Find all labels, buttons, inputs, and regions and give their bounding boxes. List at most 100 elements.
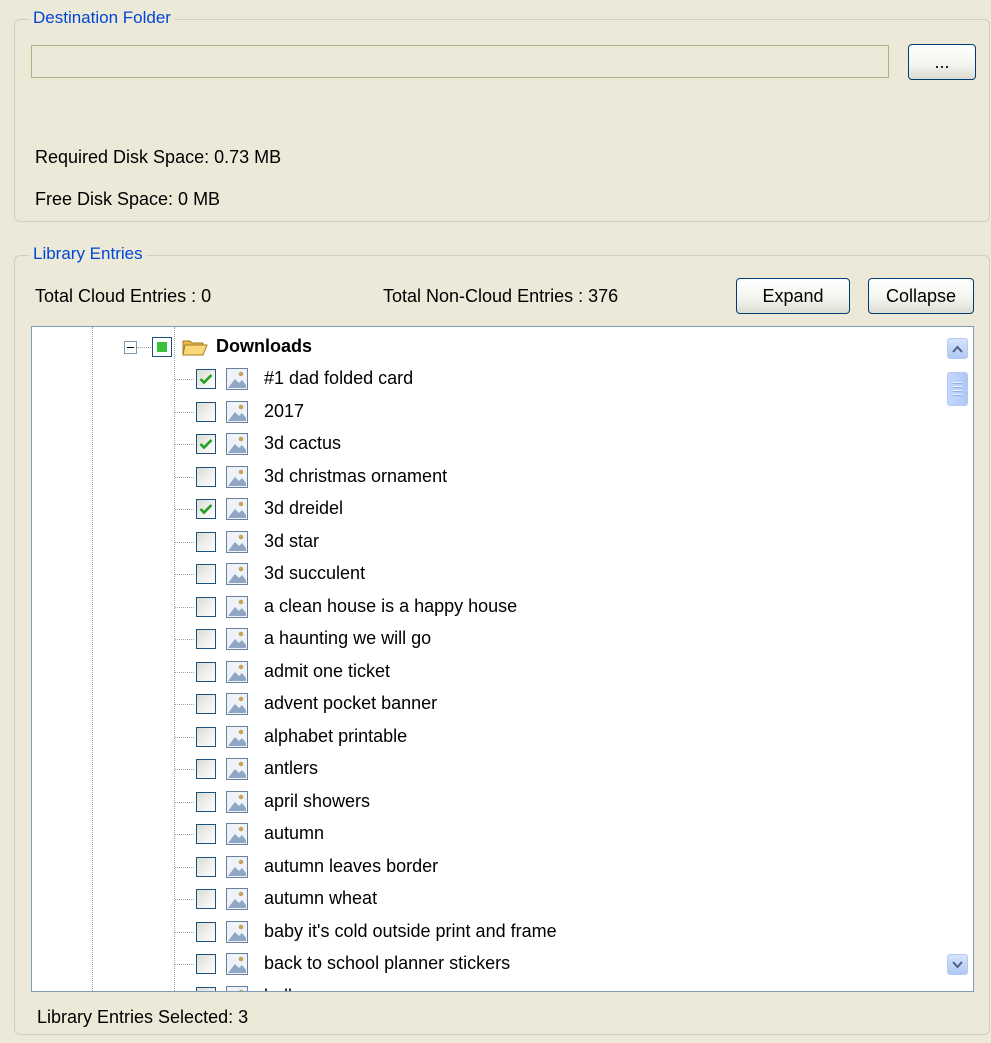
- item-checkbox[interactable]: [196, 954, 216, 974]
- tree-item[interactable]: balloons: [32, 981, 932, 992]
- item-checkbox[interactable]: [196, 726, 216, 747]
- tree-item[interactable]: alphabet printable: [32, 721, 932, 753]
- item-label: baby it's cold outside print and frame: [264, 920, 557, 941]
- image-file-icon: [226, 660, 248, 683]
- item-checkbox[interactable]: [196, 856, 216, 877]
- image-file-icon: [226, 888, 248, 910]
- tree-item[interactable]: advent pocket banner: [32, 688, 932, 720]
- tree-connector: [137, 347, 151, 348]
- tree-connector: [175, 509, 194, 510]
- tree-item[interactable]: 2017: [32, 396, 932, 428]
- item-label: 3d dreidel: [264, 498, 344, 518]
- total-non-cloud-entries-label: Total Non-Cloud Entries : 376: [383, 286, 619, 306]
- tree-connector: [175, 606, 194, 608]
- tree-item[interactable]: april showers: [32, 786, 932, 818]
- item-label: #1 dad folded card: [264, 368, 414, 388]
- tree-item[interactable]: a haunting we will go: [32, 623, 932, 655]
- tree-connector: [175, 476, 194, 478]
- image-file-icon: [226, 823, 248, 845]
- tree-item[interactable]: 3d succulent: [32, 558, 932, 590]
- item-checkbox[interactable]: [196, 499, 216, 519]
- item-checkbox[interactable]: [196, 921, 216, 942]
- tree-item[interactable]: 3d dreidel: [32, 493, 932, 525]
- destination-folder-title: Destination Folder: [29, 8, 175, 28]
- item-checkbox[interactable]: [196, 759, 216, 779]
- item-checkbox[interactable]: [196, 596, 216, 617]
- checkmark-icon: [199, 504, 213, 515]
- tree-item[interactable]: a clean house is a happy house: [32, 591, 932, 623]
- checkmark-icon: [199, 374, 213, 385]
- item-checkbox[interactable]: [196, 369, 216, 389]
- tree-item[interactable]: admit one ticket: [32, 656, 932, 688]
- collapse-button[interactable]: Collapse: [868, 278, 974, 314]
- image-file-icon: [226, 725, 248, 748]
- tree-item[interactable]: baby it's cold outside print and frame: [32, 916, 932, 948]
- item-checkbox[interactable]: [196, 434, 216, 454]
- scroll-up-button[interactable]: [947, 338, 968, 359]
- tree-connector: [175, 834, 194, 835]
- item-checkbox[interactable]: [196, 986, 216, 991]
- item-label: balloons: [264, 986, 331, 992]
- image-file-icon: [226, 433, 248, 455]
- image-file-icon: [226, 985, 248, 991]
- tree-connector: [175, 379, 194, 380]
- image-file-icon: [226, 953, 248, 975]
- item-checkbox[interactable]: [196, 531, 216, 552]
- item-checkbox[interactable]: [196, 889, 216, 909]
- item-checkbox[interactable]: [196, 694, 216, 714]
- item-checkbox[interactable]: [196, 661, 216, 682]
- image-file-icon: [226, 368, 248, 390]
- item-checkbox[interactable]: [196, 824, 216, 844]
- expand-button[interactable]: Expand: [736, 278, 850, 314]
- item-checkbox[interactable]: [196, 564, 216, 584]
- collapse-toggle-icon[interactable]: [124, 341, 137, 354]
- destination-path-input[interactable]: [31, 45, 889, 78]
- tree-item[interactable]: autumn: [32, 818, 932, 850]
- item-label: 2017: [264, 400, 305, 421]
- scroll-down-button[interactable]: [947, 954, 968, 975]
- item-checkbox[interactable]: [196, 466, 216, 487]
- item-label: a haunting we will go: [264, 628, 432, 648]
- root-label: Downloads: [216, 336, 313, 356]
- tree-connector: [175, 801, 194, 803]
- image-file-icon: [226, 920, 248, 943]
- root-checkbox[interactable]: [152, 337, 172, 357]
- browse-button[interactable]: ...: [908, 44, 976, 80]
- tree-connector: [175, 899, 194, 900]
- tree-item[interactable]: autumn wheat: [32, 883, 932, 915]
- item-label: autumn: [264, 823, 325, 843]
- image-file-icon: [226, 563, 248, 585]
- free-disk-space-label: Free Disk Space: 0 MB: [35, 189, 221, 209]
- item-label: 3d star: [264, 530, 320, 551]
- tree-item[interactable]: #1 dad folded card: [32, 363, 932, 395]
- tree-item[interactable]: 3d christmas ornament: [32, 461, 932, 493]
- item-checkbox[interactable]: [196, 401, 216, 422]
- tree-item[interactable]: 3d cactus: [32, 428, 932, 460]
- tree-connector: [175, 704, 194, 705]
- library-entries-group: Library Entries Total Cloud Entries : 0 …: [14, 244, 990, 1035]
- item-label: alphabet printable: [264, 725, 408, 746]
- item-label: advent pocket banner: [264, 693, 438, 713]
- image-file-icon: [226, 530, 248, 553]
- tree-connector: [175, 931, 194, 933]
- image-file-icon: [226, 693, 248, 715]
- tree-item[interactable]: antlers: [32, 753, 932, 785]
- item-checkbox[interactable]: [196, 629, 216, 649]
- item-checkbox[interactable]: [196, 791, 216, 812]
- tree-item[interactable]: back to school planner stickers: [32, 948, 932, 980]
- tree-connector: [175, 736, 194, 738]
- scrollbar-thumb[interactable]: [947, 372, 968, 406]
- library-tree-view[interactable]: Downloads #1 dad folded card 2017 3d cactu…: [31, 326, 974, 992]
- total-cloud-entries-label: Total Cloud Entries : 0: [35, 286, 212, 306]
- tree-connector: [175, 671, 194, 673]
- checkmark-icon: [199, 439, 213, 450]
- tree-item[interactable]: 3d star: [32, 526, 932, 558]
- tree-connector: [175, 444, 194, 445]
- tree-root-downloads[interactable]: Downloads: [32, 331, 932, 363]
- tree-connector: [175, 639, 194, 640]
- tree-connector: [175, 411, 194, 413]
- item-label: back to school planner stickers: [264, 953, 511, 973]
- tree-connector: [175, 541, 194, 543]
- item-label: autumn leaves border: [264, 855, 439, 876]
- tree-item[interactable]: autumn leaves border: [32, 851, 932, 883]
